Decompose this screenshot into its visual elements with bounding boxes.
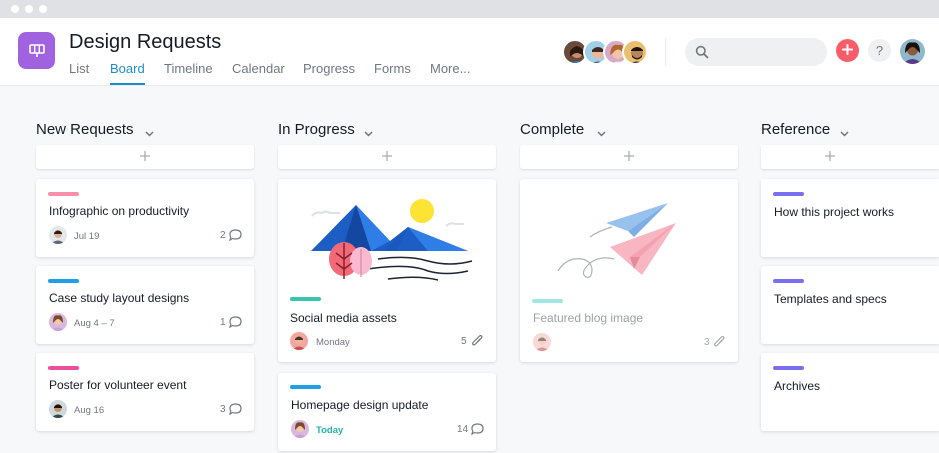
- task-title: Featured blog image: [533, 311, 644, 325]
- comment-icon: [228, 315, 242, 333]
- attachment-icon: [471, 334, 483, 353]
- tag-color-bar: [773, 366, 804, 370]
- tab-calendar[interactable]: Calendar: [232, 61, 285, 76]
- plus-icon: [382, 148, 392, 166]
- due-date: Jul 19: [74, 231, 100, 242]
- tag-color-bar: [48, 279, 79, 283]
- column-title: New Requests: [36, 121, 134, 138]
- chevron-down-icon[interactable]: [364, 124, 373, 142]
- chevron-down-icon[interactable]: [145, 124, 154, 142]
- add-task-button[interactable]: [520, 145, 738, 169]
- tag-color-bar: [773, 279, 804, 283]
- task-title: Homepage design update: [291, 398, 429, 412]
- task-card[interactable]: Infographic on productivity Jul 19 2: [36, 179, 254, 257]
- add-task-button[interactable]: [278, 145, 496, 169]
- task-card[interactable]: Archives: [761, 353, 939, 431]
- chevron-down-icon[interactable]: [597, 124, 606, 142]
- tag-color-bar: [773, 192, 804, 196]
- task-card[interactable]: Templates and specs: [761, 266, 939, 344]
- add-task-button[interactable]: [761, 145, 939, 169]
- window-close-dot[interactable]: [11, 5, 19, 13]
- task-title: Infographic on productivity: [49, 204, 190, 218]
- quick-add-button[interactable]: [836, 39, 859, 62]
- tag-color-bar: [48, 192, 79, 196]
- tag-color-bar: [532, 299, 563, 303]
- member-avatar[interactable]: [622, 39, 648, 65]
- column-title: Complete: [520, 121, 585, 138]
- due-date: Aug 16: [74, 405, 105, 416]
- task-card[interactable]: Featured blog image 3: [520, 179, 738, 362]
- plus-icon: [842, 42, 853, 60]
- due-date: Aug 4 – 7: [74, 318, 115, 329]
- tab-more[interactable]: More...: [430, 61, 470, 76]
- attachment-icon: [713, 335, 725, 354]
- column-title: In Progress: [278, 121, 355, 138]
- plus-icon: [624, 148, 634, 166]
- column-title: Reference: [761, 121, 831, 138]
- task-title: Archives: [774, 379, 821, 393]
- attachment-count: 3: [704, 337, 710, 348]
- tab-list[interactable]: List: [69, 61, 89, 76]
- add-task-button[interactable]: [36, 145, 254, 169]
- mountain-illustration: [311, 199, 473, 281]
- task-title: Poster for volunteer event: [49, 378, 187, 392]
- comment-icon: [470, 422, 484, 440]
- window-minimize-dot[interactable]: [25, 5, 33, 13]
- comment-count: 1: [220, 317, 226, 328]
- due-date: Today: [316, 425, 344, 436]
- due-date: Monday: [316, 337, 350, 348]
- assignee-avatar[interactable]: [49, 400, 67, 418]
- task-card[interactable]: Poster for volunteer event Aug 16 3: [36, 353, 254, 431]
- plus-icon: [825, 148, 835, 166]
- task-title: Case study layout designs: [49, 291, 190, 305]
- task-card[interactable]: Case study layout designs Aug 4 – 7 1: [36, 266, 254, 344]
- attachment-count: 5: [461, 336, 467, 347]
- assignee-avatar[interactable]: [49, 226, 67, 244]
- task-card[interactable]: How this project works: [761, 179, 939, 257]
- task-title: Templates and specs: [774, 292, 887, 306]
- task-title: How this project works: [774, 205, 895, 219]
- page-title: Design Requests: [69, 31, 222, 53]
- comment-icon: [228, 402, 242, 420]
- comment-count: 14: [457, 424, 469, 435]
- comment-icon: [228, 228, 242, 246]
- search-input[interactable]: [685, 38, 827, 66]
- tag-color-bar: [290, 385, 321, 389]
- task-title: Social media assets: [290, 311, 397, 325]
- task-card[interactable]: Social media assets Monday 5: [278, 179, 496, 362]
- assignee-avatar[interactable]: [533, 333, 551, 351]
- paper-plane-illustration: [557, 203, 676, 278]
- tab-timeline[interactable]: Timeline: [164, 61, 213, 76]
- help-button[interactable]: ?: [868, 39, 891, 62]
- user-avatar[interactable]: [900, 39, 925, 64]
- comment-count: 3: [220, 404, 226, 415]
- assignee-avatar[interactable]: [49, 313, 67, 331]
- task-card[interactable]: Homepage design update Today 14: [278, 373, 496, 451]
- tab-board[interactable]: Board: [110, 61, 145, 76]
- plus-icon: [140, 148, 150, 166]
- window-zoom-dot[interactable]: [39, 5, 47, 13]
- assignee-avatar[interactable]: [291, 420, 309, 438]
- board-icon[interactable]: [18, 32, 55, 69]
- chevron-down-icon[interactable]: [840, 124, 849, 142]
- search-icon: [695, 45, 709, 64]
- project-header: Design Requests List Board Timeline Cale…: [0, 18, 939, 86]
- tag-color-bar: [48, 366, 79, 370]
- header-divider: [665, 38, 666, 66]
- window-titlebar: [0, 0, 939, 18]
- tab-progress[interactable]: Progress: [303, 61, 355, 76]
- tab-forms[interactable]: Forms: [374, 61, 411, 76]
- assignee-avatar[interactable]: [290, 332, 308, 350]
- tag-color-bar: [290, 297, 321, 301]
- comment-count: 2: [220, 230, 226, 241]
- active-tab-indicator: [110, 83, 145, 85]
